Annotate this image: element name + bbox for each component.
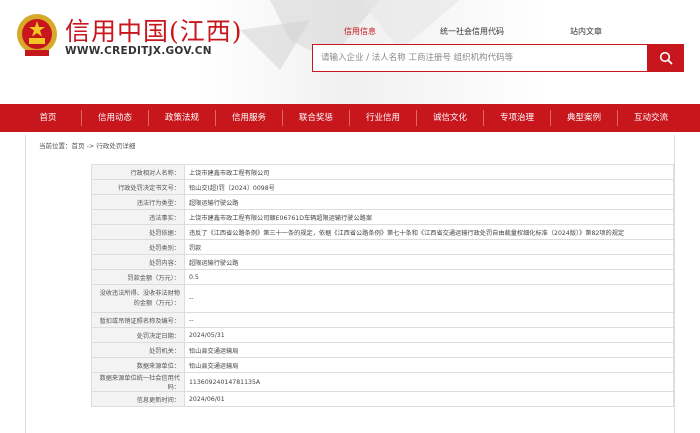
- nav-item-special-governance[interactable]: 专项治理: [484, 104, 550, 132]
- field-value: 0.5: [184, 269, 674, 285]
- field-label: 处罚决定日期：: [91, 327, 185, 343]
- table-row: 没收违法所得、没收非法财物的金额（万元）： --: [91, 284, 674, 313]
- nav-item-home[interactable]: 首页: [15, 104, 81, 132]
- nav-item-joint-rewards[interactable]: 联合奖惩: [283, 104, 349, 132]
- search-button[interactable]: [647, 44, 684, 72]
- search-icon: [659, 51, 672, 65]
- site-header: 信用中国(江西) WWW.CREDITJX.GOV.CN 信用信息 统一社会信用…: [0, 0, 700, 104]
- field-value: 超限运输行驶公路: [184, 254, 674, 270]
- table-row: 处罚机关： 铅山县交通运输局: [91, 342, 674, 358]
- nav-item-policies[interactable]: 政策法规: [149, 104, 215, 132]
- field-value: 铅山交(超)罚〔2024〕0098号: [184, 179, 674, 195]
- breadcrumb: 当前位置：首页 -> 行政处罚详细: [39, 142, 136, 150]
- field-label: 信息更新时间：: [91, 391, 185, 407]
- nav-item-industry-credit[interactable]: 行业信用: [350, 104, 416, 132]
- table-row: 数据来源单位统一社会信用代码： 11360924014781135A: [91, 372, 674, 392]
- field-label: 处罚机关：: [91, 342, 185, 358]
- field-label: 行政相对人名称：: [91, 164, 185, 180]
- field-value: 11360924014781135A: [184, 372, 674, 392]
- field-value: --: [184, 312, 674, 328]
- field-value: 上饶市建鑫市政工程有限公司: [184, 164, 674, 180]
- field-value: 铅山县交通运输局: [184, 357, 674, 373]
- field-value: 超限运输行驶公路: [184, 194, 674, 210]
- penalty-detail-table: 行政相对人名称： 上饶市建鑫市政工程有限公司 行政处罚决定书文号： 铅山交(超)…: [91, 164, 674, 407]
- table-row: 处罚决定日期： 2024/05/31: [91, 327, 674, 343]
- field-label: 处罚内容：: [91, 254, 185, 270]
- table-row: 行政处罚决定书文号： 铅山交(超)罚〔2024〕0098号: [91, 179, 674, 195]
- field-value: 铅山县交通运输局: [184, 342, 674, 358]
- table-row: 处罚内容： 超限运输行驶公路: [91, 254, 674, 270]
- nav-item-credit-services[interactable]: 信用服务: [216, 104, 282, 132]
- table-row: 暂扣或吊销证照名称及编号： --: [91, 312, 674, 328]
- table-row: 处罚类别： 罚款: [91, 239, 674, 255]
- table-row: 违法行为类型： 超限运输行驶公路: [91, 194, 674, 210]
- field-label: 行政处罚决定书文号：: [91, 179, 185, 195]
- field-label: 违法行为类型：: [91, 194, 185, 210]
- field-value: 上饶市建鑫市政工程有限公司赣E06761D车辆超限运输行驶公路案: [184, 209, 674, 225]
- field-label: 违法事实：: [91, 209, 185, 225]
- nav-item-interaction[interactable]: 互动交流: [618, 104, 684, 132]
- field-value: 2024/06/01: [184, 391, 674, 407]
- top-link-credit-code[interactable]: 统一社会信用代码: [440, 26, 504, 37]
- field-label: 处罚类别：: [91, 239, 185, 255]
- field-label: 数据来源单位：: [91, 357, 185, 373]
- nav-item-integrity-culture[interactable]: 诚信文化: [417, 104, 483, 132]
- site-url: WWW.CREDITJX.GOV.CN: [65, 45, 212, 57]
- site-title[interactable]: 信用中国(江西): [65, 12, 243, 48]
- field-value: --: [184, 284, 674, 313]
- table-row: 罚款金额（万元）： 0.5: [91, 269, 674, 285]
- nav-item-credit-news[interactable]: 信用动态: [82, 104, 148, 132]
- table-row: 数据来源单位： 铅山县交通运输局: [91, 357, 674, 373]
- field-value: 罚款: [184, 239, 674, 255]
- main-nav: 首页 信用动态 政策法规 信用服务 联合奖惩 行业信用 诚信文化 专项治理 典型…: [0, 104, 700, 132]
- detail-panel: 当前位置：首页 -> 行政处罚详细 行政相对人名称： 上饶市建鑫市政工程有限公司…: [25, 135, 675, 433]
- table-row: 行政相对人名称： 上饶市建鑫市政工程有限公司: [91, 164, 674, 180]
- table-row: 信息更新时间： 2024/06/01: [91, 391, 674, 407]
- top-link-credit-info[interactable]: 信用信息: [344, 26, 376, 37]
- field-label: 没收违法所得、没收非法财物的金额（万元）：: [91, 284, 185, 313]
- national-emblem-icon: [17, 14, 57, 56]
- field-value: 2024/05/31: [184, 327, 674, 343]
- field-label: 暂扣或吊销证照名称及编号：: [91, 312, 185, 328]
- field-label: 数据来源单位统一社会信用代码：: [91, 372, 185, 392]
- nav-item-typical-cases[interactable]: 典型案例: [551, 104, 617, 132]
- field-label: 处罚依据：: [91, 224, 185, 240]
- field-value: 违反了《江西省公路条例》第三十一条的规定，依据《江西省公路条例》第七十条和《江西…: [184, 224, 674, 240]
- table-row: 违法事实： 上饶市建鑫市政工程有限公司赣E06761D车辆超限运输行驶公路案: [91, 209, 674, 225]
- top-links: 信用信息 统一社会信用代码 站内文章: [330, 26, 700, 40]
- table-row: 处罚依据： 违反了《江西省公路条例》第三十一条的规定，依据《江西省公路条例》第七…: [91, 224, 674, 240]
- field-label: 罚款金额（万元）：: [91, 269, 185, 285]
- search-input[interactable]: 请输入企业 / 法人名称 工商注册号 组织机构代码等: [312, 44, 647, 72]
- top-link-site-articles[interactable]: 站内文章: [570, 26, 602, 37]
